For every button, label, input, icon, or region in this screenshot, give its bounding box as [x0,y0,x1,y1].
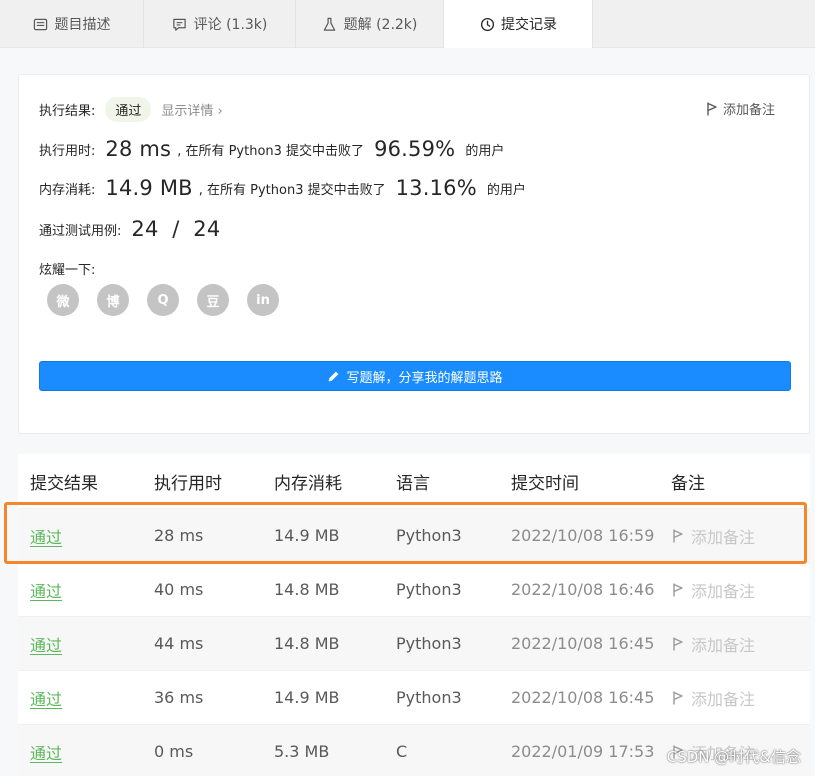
flag-icon [673,691,683,704]
header-note: 备注 [671,473,705,494]
write-solution-button[interactable]: 写题解，分享我的解题思路 [39,361,791,391]
time-cell: 2022/10/08 16:45 [511,634,655,653]
social-share-list: 微 博 Q 豆 in [47,284,279,316]
language-cell: Python3 [396,526,462,545]
flag-icon [673,637,683,650]
tests-label: 通过测试用例: [39,223,122,239]
flask-icon [322,16,338,32]
memory-beat-text: , 在所有 Python3 提交中击败了 [198,182,386,198]
header-time: 提交时间 [511,473,579,494]
runtime-cell: 44 ms [154,634,204,653]
table-row[interactable]: 通过 36 ms 14.9 MB Python3 2022/10/08 16:4… [18,670,810,724]
language-cell: Python3 [396,688,462,707]
table-row[interactable]: 通过 44 ms 14.8 MB Python3 2022/10/08 16:4… [18,616,810,670]
submission-table: 提交结果 执行用时 内存消耗 语言 提交时间 备注 通过 28 ms 14.9 … [18,454,810,776]
time-cell: 2022/10/08 16:46 [511,580,655,599]
time-cell: 2022/10/08 16:45 [511,688,655,707]
status-link[interactable]: 通过 [30,744,62,763]
watermark: CSDN @时代&信念 [666,748,801,766]
runtime-value: 28 ms [105,137,172,161]
runtime-cell: 40 ms [154,580,204,599]
douban-icon[interactable]: 豆 [197,284,229,316]
memory-percent: 13.16% [395,176,477,200]
tab-label: 评论 (1.3k) [193,17,268,33]
tab-bar: 题目描述 评论 (1.3k) 题解 (2.2k) 提交记录 [0,0,815,48]
memory-suffix: 的用户 [486,182,526,198]
header-memory: 内存消耗 [274,473,342,494]
language-cell: C [396,742,408,761]
add-note-button[interactable]: 添加备注 [671,686,810,710]
tab-label: 提交记录 [501,17,557,33]
add-note-label: 添加备注 [691,689,756,709]
tab-solutions[interactable]: 题解 (2.2k) [296,0,444,48]
comment-icon [172,16,188,32]
flag-icon [673,583,683,596]
runtime-suffix: 的用户 [465,143,505,159]
wechat-icon[interactable]: 微 [47,284,79,316]
language-cell: Python3 [396,634,462,653]
time-cell: 2022/10/08 16:59 [511,526,655,545]
memory-label: 内存消耗: [39,182,96,198]
weibo-icon[interactable]: 博 [97,284,129,316]
status-link[interactable]: 通过 [30,528,62,547]
time-cell: 2022/01/09 17:53 [511,742,655,761]
memory-cell: 14.8 MB [274,634,340,653]
runtime-cell: 28 ms [154,526,204,545]
add-note-label: 添加备注 [691,581,756,601]
table-row[interactable]: 通过 28 ms 14.9 MB Python3 2022/10/08 16:5… [18,508,810,562]
status-link[interactable]: 通过 [30,690,62,709]
qq-icon[interactable]: Q [147,284,179,316]
add-note-label: 添加备注 [722,103,775,118]
share-label: 炫耀一下: [39,263,96,278]
add-note-label: 添加备注 [691,527,756,547]
add-note-button[interactable]: 添加备注 [671,524,810,548]
flag-icon [707,102,717,115]
add-note-label: 添加备注 [691,635,756,655]
status-badge: 通过 [105,97,152,122]
description-icon [33,16,49,32]
runtime-cell: 36 ms [154,688,204,707]
header-language: 语言 [396,473,430,494]
write-solution-label: 写题解，分享我的解题思路 [346,370,503,386]
tab-label: 题解 (2.2k) [343,17,418,33]
show-details-link[interactable]: 显示详情 › [161,100,222,119]
add-note-button[interactable]: 添加备注 [671,578,810,602]
tests-row: 通过测试用例: 24 / 24 [39,217,226,241]
memory-value: 14.9 MB [105,176,193,200]
tab-submissions[interactable]: 提交记录 [444,0,593,48]
status-link[interactable]: 通过 [30,582,62,601]
memory-cell: 5.3 MB [274,742,330,761]
share-row: 炫耀一下: [39,259,95,278]
status-link[interactable]: 通过 [30,636,62,655]
header-runtime: 执行用时 [154,473,222,494]
header-status: 提交结果 [30,473,98,494]
tab-description[interactable]: 题目描述 [0,0,144,48]
memory-cell: 14.9 MB [274,526,340,545]
result-status-label: 执行结果: [39,104,96,119]
runtime-cell: 0 ms [154,742,194,761]
tab-label: 题目描述 [54,17,111,33]
add-note-button[interactable]: 添加备注 [705,99,775,118]
runtime-label: 执行用时: [39,143,96,159]
memory-row: 内存消耗: 14.9 MB , 在所有 Python3 提交中击败了 13.16… [39,176,526,200]
tests-value: 24 / 24 [131,217,221,241]
tab-comments[interactable]: 评论 (1.3k) [144,0,296,48]
flag-icon [673,529,683,542]
runtime-percent: 96.59% [374,137,456,161]
memory-cell: 14.8 MB [274,580,340,599]
result-status-row: 执行结果: 通过 显示详情 › [39,97,223,122]
table-row[interactable]: 通过 40 ms 14.8 MB Python3 2022/10/08 16:4… [18,562,810,616]
runtime-beat-text: , 在所有 Python3 提交中击败了 [177,143,365,159]
linkedin-icon[interactable]: in [247,284,279,316]
clock-icon [479,16,495,32]
add-note-button[interactable]: 添加备注 [671,632,810,656]
language-cell: Python3 [396,580,462,599]
pencil-icon [329,371,339,381]
table-header: 提交结果 执行用时 内存消耗 语言 提交时间 备注 [18,454,810,508]
memory-cell: 14.9 MB [274,688,340,707]
runtime-row: 执行用时: 28 ms , 在所有 Python3 提交中击败了 96.59% … [39,137,504,161]
result-card: 执行结果: 通过 显示详情 › 添加备注 执行用时: 28 ms , 在所有 P… [18,74,810,434]
